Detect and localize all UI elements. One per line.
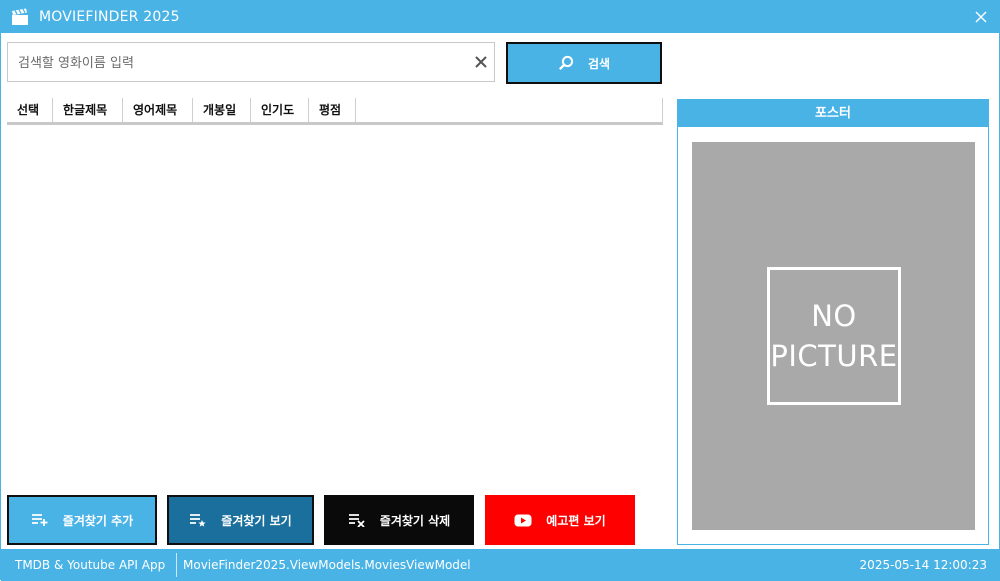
- column-header-select[interactable]: 선택: [7, 98, 53, 122]
- status-bar: TMDB & Youtube API App MovieFinder2025.V…: [1, 549, 1000, 581]
- close-icon[interactable]: [971, 7, 991, 27]
- playlist-remove-icon: [348, 514, 365, 527]
- status-app-info: TMDB & Youtube API App: [15, 558, 166, 572]
- column-header-rating[interactable]: 평점: [309, 98, 356, 122]
- youtube-icon: [514, 514, 532, 526]
- column-header-english-title[interactable]: 영어제목: [123, 98, 193, 122]
- search-icon: [558, 55, 574, 71]
- playlist-add-icon: [31, 514, 48, 526]
- view-favorite-button[interactable]: 즐겨찾기 보기: [167, 495, 314, 545]
- column-header-korean-title[interactable]: 한글제목: [53, 98, 123, 122]
- status-datetime: 2025-05-14 12:00:23: [859, 558, 987, 572]
- delete-favorite-button[interactable]: 즐겨찾기 삭제: [324, 495, 474, 545]
- poster-image: NO PICTURE: [692, 142, 975, 530]
- clapperboard-icon: [12, 8, 28, 25]
- movie-grid[interactable]: 선택 한글제목 영어제목 개봉일 인기도 평점: [7, 98, 663, 490]
- add-favorite-label: 즐겨찾기 추가: [62, 513, 134, 528]
- status-separator: [176, 553, 177, 577]
- watch-trailer-label: 예고편 보기: [546, 513, 606, 528]
- poster-header: 포스터: [678, 100, 988, 127]
- view-favorite-label: 즐겨찾기 보기: [221, 513, 292, 528]
- no-picture-placeholder: NO PICTURE: [767, 267, 901, 405]
- clear-icon[interactable]: [474, 55, 488, 69]
- title-bar[interactable]: MOVIEFINDER 2025: [1, 1, 1000, 33]
- search-input[interactable]: [16, 43, 460, 83]
- column-header-popularity[interactable]: 인기도: [251, 98, 309, 122]
- no-picture-line2: PICTURE: [770, 339, 898, 373]
- watch-trailer-button[interactable]: 예고편 보기: [485, 495, 635, 545]
- status-viewmodel: MovieFinder2025.ViewModels.MoviesViewMod…: [183, 558, 471, 572]
- window-title: MOVIEFINDER 2025: [39, 9, 180, 25]
- playlist-star-icon: [190, 514, 206, 527]
- delete-favorite-label: 즐겨찾기 삭제: [379, 513, 451, 528]
- main-window: MOVIEFINDER 2025 검색 선택 한글제목 영어제목 개봉일 인기도…: [0, 0, 1000, 581]
- grid-body[interactable]: [7, 125, 662, 490]
- grid-header: 선택 한글제목 영어제목 개봉일 인기도 평점: [7, 98, 663, 125]
- search-button-label: 검색: [587, 56, 611, 71]
- search-button[interactable]: 검색: [506, 42, 662, 84]
- add-favorite-button[interactable]: 즐겨찾기 추가: [7, 495, 157, 545]
- column-header-release-date[interactable]: 개봉일: [193, 98, 251, 122]
- search-box: [7, 42, 495, 83]
- no-picture-line1: NO: [811, 299, 857, 333]
- poster-panel: 포스터 NO PICTURE: [677, 99, 989, 545]
